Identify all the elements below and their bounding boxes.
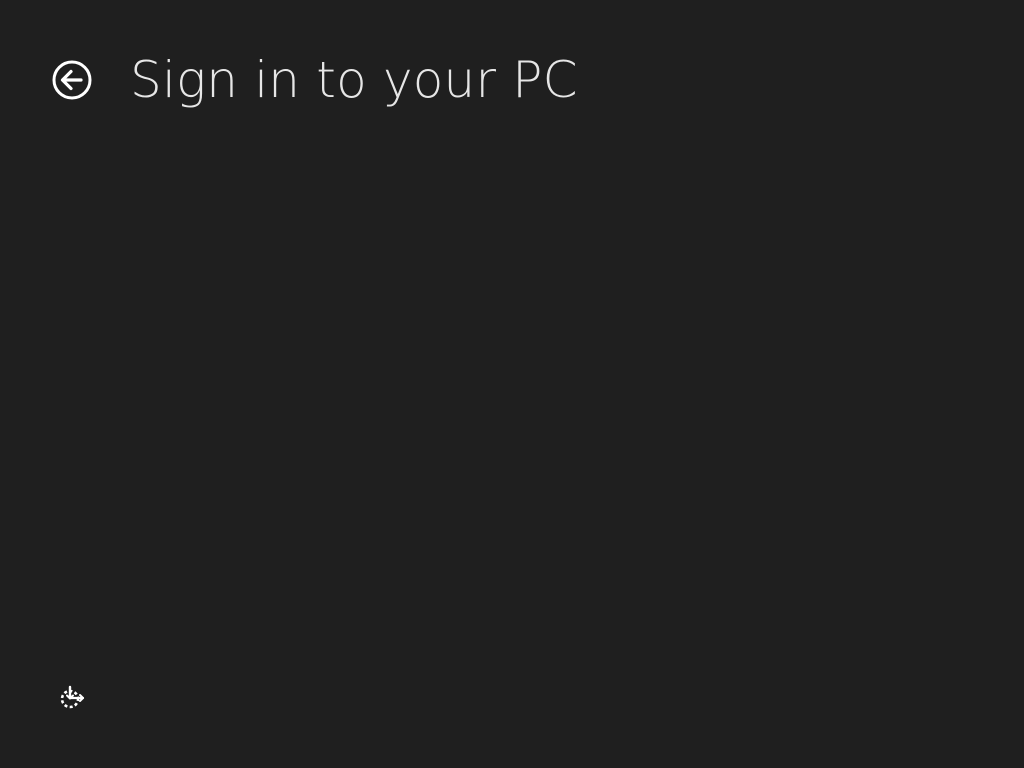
ease-of-access-icon: [60, 685, 85, 709]
back-button[interactable]: [52, 60, 92, 100]
page-title: Sign in to your PC: [130, 51, 578, 109]
sign-in-screen: Sign in to your PC: [0, 0, 1024, 768]
arrow-left-circle-icon: [52, 60, 92, 100]
page-header: Sign in to your PC: [52, 52, 578, 108]
ease-of-access-button[interactable]: [58, 684, 86, 712]
